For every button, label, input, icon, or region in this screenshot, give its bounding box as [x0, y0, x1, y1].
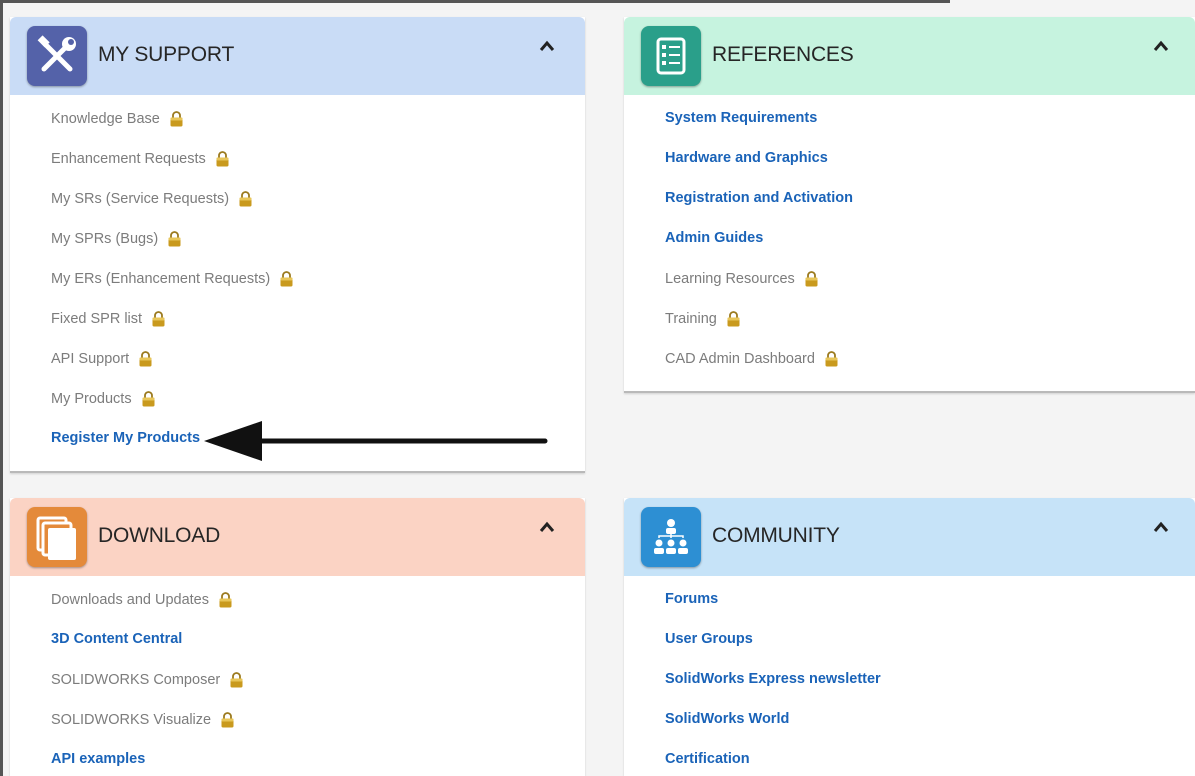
lock-icon — [168, 231, 181, 247]
list-item-label[interactable]: My SRs (Service Requests) — [51, 191, 229, 207]
panel-my-support: MY SUPPORT Knowledge Base Enhancement Req… — [10, 17, 585, 473]
lock-icon — [139, 351, 152, 367]
list-item[interactable]: Enhancement Requests — [51, 150, 230, 167]
list-item-label[interactable]: Knowledge Base — [51, 111, 160, 127]
list-item[interactable]: Downloads and Updates — [51, 591, 233, 608]
list-item[interactable]: My SPRs (Bugs) — [51, 230, 182, 247]
lock-icon — [280, 271, 293, 287]
checklist-icon — [641, 26, 701, 86]
list-item[interactable]: Register My Products — [51, 430, 200, 446]
list-item[interactable]: API Support — [51, 350, 153, 367]
panel-title: REFERENCES — [712, 43, 854, 66]
list-item-label[interactable]: Hardware and Graphics — [665, 150, 828, 166]
tools-icon — [27, 26, 87, 86]
lock-icon — [230, 672, 243, 688]
lock-icon — [805, 271, 818, 287]
list-item-label[interactable]: My SPRs (Bugs) — [51, 231, 158, 247]
list-item[interactable]: 3D Content Central — [51, 631, 182, 647]
lock-icon — [152, 311, 165, 327]
list-item-label[interactable]: SolidWorks World — [665, 711, 789, 727]
list-item-label[interactable]: Admin Guides — [665, 230, 763, 246]
lock-icon — [219, 592, 232, 608]
list-item-label[interactable]: Register My Products — [51, 430, 200, 446]
list-item-label[interactable]: Training — [665, 311, 717, 327]
list-item[interactable]: My ERs (Enhancement Requests) — [51, 270, 294, 287]
panel-title: DOWNLOAD — [98, 524, 221, 547]
panel-header-community[interactable]: COMMUNITY — [624, 498, 1195, 576]
list-item[interactable]: CAD Admin Dashboard — [665, 350, 839, 367]
lock-icon — [170, 111, 183, 127]
list-item-label[interactable]: Enhancement Requests — [51, 151, 206, 167]
list-item-label[interactable]: System Requirements — [665, 110, 817, 126]
list-item-label[interactable]: Forums — [665, 591, 718, 607]
collapse-caret-icon[interactable] — [537, 37, 557, 57]
list-item-label[interactable]: Registration and Activation — [665, 190, 853, 206]
list-item[interactable]: Certification — [665, 751, 750, 767]
panel-header-my-support[interactable]: MY SUPPORT — [10, 17, 585, 95]
list-item[interactable]: Learning Resources — [665, 270, 819, 287]
list-item[interactable]: Knowledge Base — [51, 110, 184, 127]
list-item[interactable]: SOLIDWORKS Composer — [51, 671, 244, 688]
list-item[interactable]: Training — [665, 310, 741, 327]
list-item[interactable]: System Requirements — [665, 110, 817, 126]
panel-header-references[interactable]: REFERENCES — [624, 17, 1195, 95]
list-item-label[interactable]: Learning Resources — [665, 271, 795, 287]
list-item[interactable]: Registration and Activation — [665, 190, 853, 206]
list-item[interactable]: SolidWorks Express newsletter — [665, 671, 881, 687]
list-item-label[interactable]: Fixed SPR list — [51, 311, 142, 327]
left-border — [0, 0, 3, 776]
list-item-label[interactable]: My ERs (Enhancement Requests) — [51, 271, 270, 287]
list-item[interactable]: Hardware and Graphics — [665, 150, 828, 166]
list-item-label[interactable]: User Groups — [665, 631, 753, 647]
list-item-label[interactable]: 3D Content Central — [51, 631, 182, 647]
list-item-label[interactable]: SolidWorks Express newsletter — [665, 671, 881, 687]
panel-title: MY SUPPORT — [98, 43, 235, 66]
list-item[interactable]: SolidWorks World — [665, 711, 789, 727]
list-item-label[interactable]: API examples — [51, 751, 145, 767]
list-item[interactable]: My Products — [51, 390, 156, 407]
people-network-icon — [641, 507, 701, 567]
panel-references: REFERENCES System Requirements Hardware a… — [624, 17, 1195, 393]
list-item-label[interactable]: SOLIDWORKS Visualize — [51, 712, 211, 728]
collapse-caret-icon[interactable] — [537, 518, 557, 538]
panel-community: COMMUNITY Forums User Groups SolidWorks Ex… — [624, 498, 1195, 776]
panel-download: DOWNLOAD Downloads and Updates 3D Content… — [10, 498, 585, 776]
list-item[interactable]: My SRs (Service Requests) — [51, 190, 253, 207]
lock-icon — [825, 351, 838, 367]
annotation-arrow-icon — [204, 421, 548, 461]
panel-header-download[interactable]: DOWNLOAD — [10, 498, 585, 576]
panel-title: COMMUNITY — [712, 524, 840, 547]
collapse-caret-icon[interactable] — [1151, 37, 1171, 57]
list-item-label[interactable]: Downloads and Updates — [51, 592, 209, 608]
list-item-label[interactable]: API Support — [51, 351, 129, 367]
list-item[interactable]: Admin Guides — [665, 230, 763, 246]
lock-icon — [239, 191, 252, 207]
lock-icon — [221, 712, 234, 728]
list-item-label[interactable]: Certification — [665, 751, 750, 767]
list-item-label[interactable]: My Products — [51, 391, 132, 407]
list-item[interactable]: SOLIDWORKS Visualize — [51, 711, 235, 728]
list-item[interactable]: Forums — [665, 591, 718, 607]
list-item[interactable]: API examples — [51, 751, 145, 767]
list-item[interactable]: Fixed SPR list — [51, 310, 166, 327]
lock-icon — [142, 391, 155, 407]
stacked-pages-icon — [27, 507, 87, 567]
list-item-label[interactable]: SOLIDWORKS Composer — [51, 672, 220, 688]
lock-icon — [216, 151, 229, 167]
list-item-label[interactable]: CAD Admin Dashboard — [665, 351, 815, 367]
lock-icon — [727, 311, 740, 327]
list-item[interactable]: User Groups — [665, 631, 753, 647]
collapse-caret-icon[interactable] — [1151, 518, 1171, 538]
